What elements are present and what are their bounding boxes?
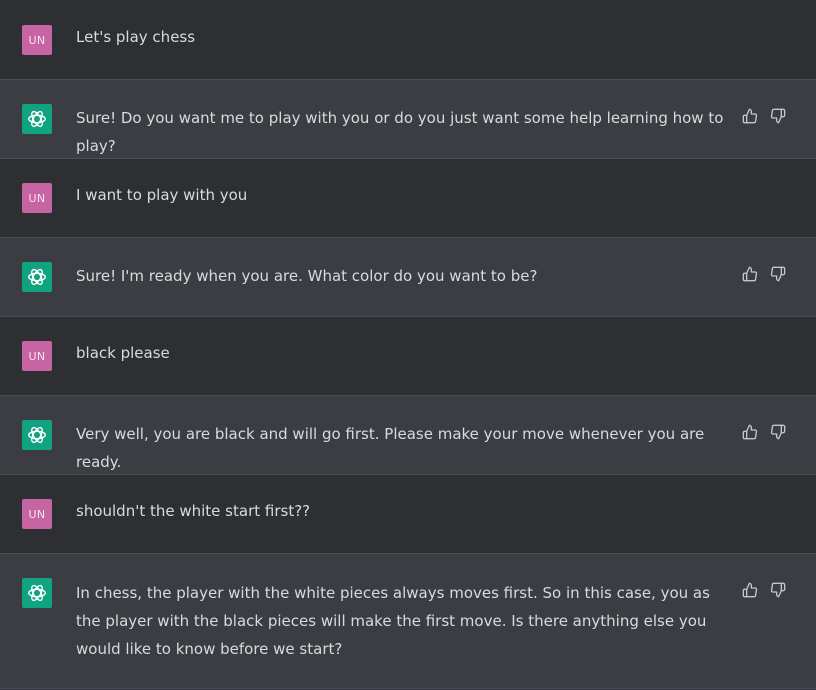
assistant-message: In chess, the player with the white piec… xyxy=(0,554,816,689)
feedback-buttons xyxy=(742,266,786,282)
message-text: I want to play with you xyxy=(76,186,248,204)
message-text: Very well, you are black and will go fir… xyxy=(76,425,709,471)
assistant-message: Sure! Do you want me to play with you or… xyxy=(0,80,816,159)
thumbs-down-icon[interactable] xyxy=(770,108,786,124)
user-avatar: UN xyxy=(22,341,52,371)
thumbs-up-icon[interactable] xyxy=(742,582,758,598)
message-text: Let's play chess xyxy=(76,28,196,46)
thumbs-down-icon[interactable] xyxy=(770,424,786,440)
conversation-thread: UN Let's play chess Sure! Do you want me… xyxy=(0,0,816,689)
user-avatar: UN xyxy=(22,25,52,55)
message-text: Sure! Do you want me to play with you or… xyxy=(76,109,729,155)
thumbs-up-icon[interactable] xyxy=(742,424,758,440)
openai-logo-icon xyxy=(22,420,52,450)
openai-logo-icon xyxy=(22,262,52,292)
thumbs-down-icon[interactable] xyxy=(770,266,786,282)
thumbs-up-icon[interactable] xyxy=(742,108,758,124)
feedback-buttons xyxy=(742,108,786,124)
user-message: UN Let's play chess xyxy=(0,0,816,80)
message-text: black please xyxy=(76,344,170,362)
feedback-buttons xyxy=(742,424,786,440)
assistant-message: Very well, you are black and will go fir… xyxy=(0,396,816,475)
message-text: shouldn't the white start first?? xyxy=(76,502,311,520)
openai-logo-icon xyxy=(22,104,52,134)
feedback-buttons xyxy=(742,582,786,598)
user-avatar: UN xyxy=(22,183,52,213)
thumbs-up-icon[interactable] xyxy=(742,266,758,282)
assistant-message: Sure! I'm ready when you are. What color… xyxy=(0,238,816,317)
user-message: UN shouldn't the white start first?? xyxy=(0,475,816,554)
message-text: Sure! I'm ready when you are. What color… xyxy=(76,267,538,285)
openai-logo-icon xyxy=(22,578,52,608)
user-avatar: UN xyxy=(22,499,52,529)
user-message: UN I want to play with you xyxy=(0,159,816,238)
user-message: UN black please xyxy=(0,317,816,396)
message-text: In chess, the player with the white piec… xyxy=(76,584,715,658)
thumbs-down-icon[interactable] xyxy=(770,582,786,598)
